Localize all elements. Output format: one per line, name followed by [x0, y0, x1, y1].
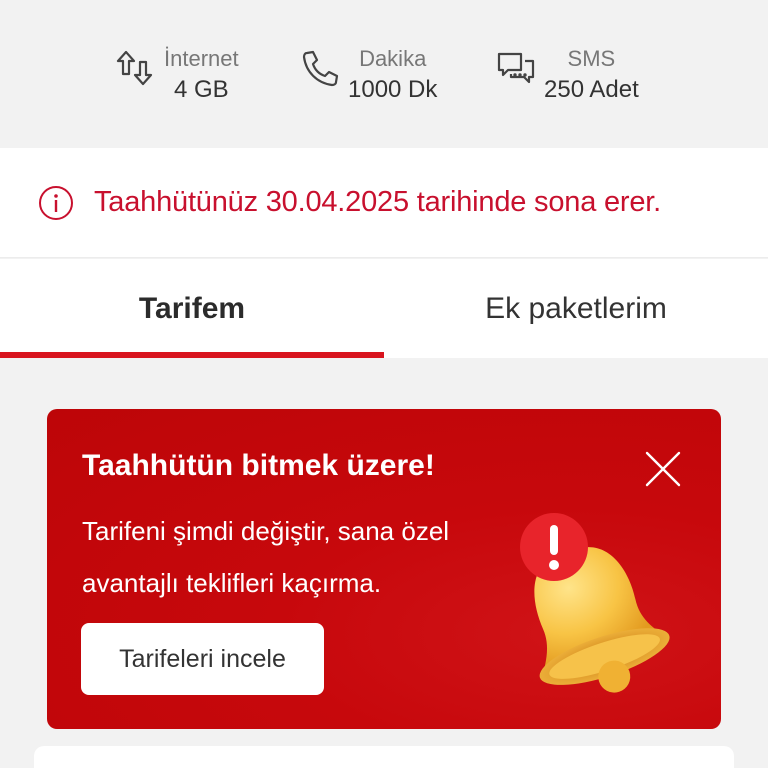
next-card: [34, 746, 734, 768]
info-icon: [38, 185, 74, 221]
notice-text: Taahhütünüz 30.04.2025 tarihinde sona er…: [94, 186, 662, 218]
tab-bar: Tarifem Ek paketlerim: [0, 259, 768, 358]
data-transfer-icon: [114, 46, 158, 90]
usage-minutes: Dakika 1000 Dk: [298, 44, 437, 106]
internet-value: 4 GB: [173, 76, 229, 103]
promo-body: Tarifeni şimdi değiştir, sana özel avant…: [82, 516, 450, 598]
usage-summary: İnternet 4 GB Dakika 1000 Dk SMS 250 Ade…: [0, 0, 768, 148]
chat-icon: [494, 46, 538, 90]
minutes-value: 1000 Dk: [348, 76, 438, 103]
minutes-label: Dakika: [359, 46, 427, 71]
usage-sms: SMS 250 Adet: [494, 44, 639, 106]
promo-title: Taahhütün bitmek üzere!: [82, 449, 435, 482]
view-tariffs-button[interactable]: Tarifeleri incele: [81, 623, 324, 695]
usage-internet: İnternet 4 GB: [114, 44, 239, 106]
sms-value: 250 Adet: [544, 76, 639, 103]
tab-ek-paketlerim[interactable]: Ek paketlerim: [384, 259, 768, 358]
close-icon[interactable]: [641, 447, 685, 491]
commitment-notice: Taahhütünüz 30.04.2025 tarihinde sona er…: [0, 148, 768, 258]
phone-icon: [298, 46, 342, 90]
internet-label: İnternet: [164, 46, 239, 71]
sms-label: SMS: [567, 46, 616, 71]
tab-tarifem[interactable]: Tarifem: [0, 259, 384, 358]
bell-alert-icon: [487, 507, 707, 707]
promo-card: Taahhütün bitmek üzere! Tarifeni şimdi d…: [47, 409, 721, 729]
